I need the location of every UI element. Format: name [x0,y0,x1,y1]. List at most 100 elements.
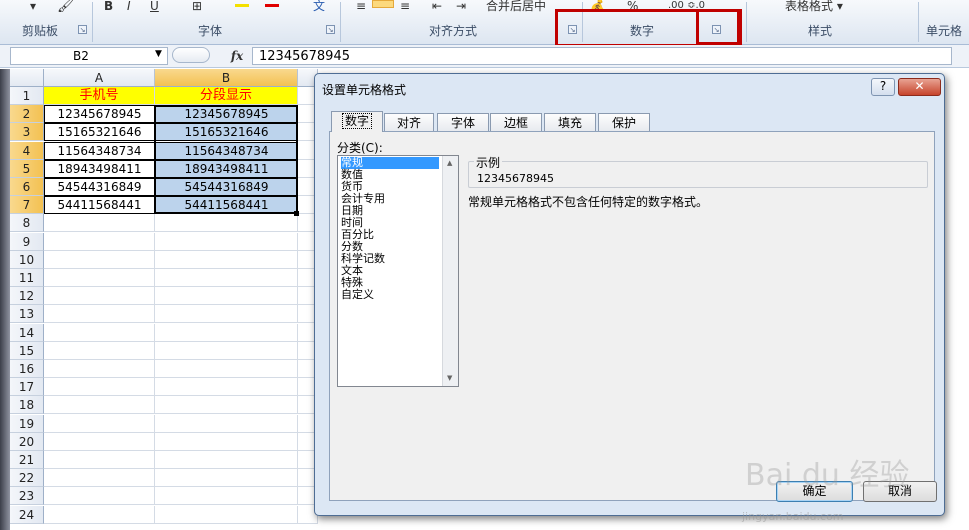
row-header[interactable]: 6 [10,178,44,196]
row-header[interactable]: 12 [10,287,44,305]
cell-b[interactable] [155,433,298,451]
name-box[interactable]: B2 ▼ [10,47,168,65]
cell-b[interactable] [155,214,298,232]
row-header[interactable]: 4 [10,142,44,160]
clipboard-launcher-icon[interactable]: ↘ [78,25,87,34]
row-header[interactable]: 22 [10,469,44,487]
formula-bar-splitter[interactable] [172,47,210,63]
cell-b[interactable] [155,396,298,414]
indent-icon[interactable]: ⇤ [432,0,442,12]
cell-b[interactable]: 11564348734 [155,142,298,160]
cell-b[interactable]: 54544316849 [155,178,298,196]
font-color-icon[interactable] [265,4,279,7]
tab-font[interactable]: 字体 [437,113,489,132]
row-header[interactable]: 14 [10,324,44,342]
cell-a[interactable] [44,433,155,451]
list-scrollbar[interactable]: ▲ ▼ [442,156,458,386]
cell-a[interactable] [44,324,155,342]
align-center-icon[interactable] [372,0,394,8]
cell-a[interactable] [44,469,155,487]
row-header[interactable]: 7 [10,196,44,214]
cell-b[interactable]: 54411568441 [155,196,298,214]
fill-handle[interactable] [294,211,299,216]
row-header[interactable]: 19 [10,415,44,433]
cell-b[interactable]: 18943498411 [155,160,298,178]
phonetic-icon[interactable]: 文 [313,0,325,12]
row-header[interactable]: 17 [10,378,44,396]
cell-b[interactable] [155,251,298,269]
cell-a[interactable] [44,305,155,323]
tab-number[interactable]: 数字 [331,111,383,132]
align-left-icon[interactable]: ≡ [356,0,366,12]
column-header-a[interactable]: A [44,69,155,87]
row-header[interactable]: 3 [10,123,44,141]
row-header[interactable]: 9 [10,233,44,251]
row-header[interactable]: 18 [10,396,44,414]
cell-a[interactable] [44,506,155,524]
cell-b[interactable] [155,415,298,433]
row-header[interactable]: 1 [10,87,44,105]
category-item[interactable]: 自定义 [341,289,374,301]
cell-a[interactable] [44,233,155,251]
cell-b1[interactable]: 分段显示 [155,87,298,105]
help-button[interactable]: ? [871,78,895,96]
cell-a[interactable]: 15165321646 [44,123,155,141]
row-header[interactable]: 15 [10,342,44,360]
cell-a[interactable]: 54411568441 [44,196,155,214]
cell-b[interactable] [155,287,298,305]
cell-b[interactable] [155,469,298,487]
row-header[interactable]: 11 [10,269,44,287]
tab-fill[interactable]: 填充 [544,113,596,132]
row-header[interactable]: 24 [10,506,44,524]
scroll-up-icon[interactable]: ▲ [447,159,452,167]
select-all-button[interactable] [10,69,44,87]
cell-a[interactable]: 11564348734 [44,142,155,160]
scroll-down-icon[interactable]: ▼ [447,374,452,382]
row-header[interactable]: 5 [10,160,44,178]
paste-dropdown-icon[interactable]: ▾ [30,0,36,12]
cell-a[interactable]: 18943498411 [44,160,155,178]
cell-a[interactable] [44,269,155,287]
cell-a[interactable] [44,360,155,378]
cell-b[interactable] [155,342,298,360]
tab-border[interactable]: 边框 [490,113,542,132]
cell-a[interactable] [44,451,155,469]
cell-a[interactable]: 54544316849 [44,178,155,196]
tab-alignment[interactable]: 对齐 [384,113,434,132]
cell-b[interactable] [155,487,298,505]
insert-function-icon[interactable]: fx [228,46,246,66]
cell-a[interactable] [44,487,155,505]
cell-b[interactable] [155,451,298,469]
format-as-table-button[interactable]: 表格格式 ▾ [785,0,855,12]
row-header[interactable]: 21 [10,451,44,469]
cell-b[interactable]: 15165321646 [155,123,298,141]
bold-icon[interactable]: B [104,0,113,12]
row-header[interactable]: 20 [10,433,44,451]
cell-a[interactable] [44,287,155,305]
fill-color-icon[interactable] [235,4,249,7]
cell-b[interactable] [155,378,298,396]
row-header[interactable]: 8 [10,214,44,232]
row-header[interactable]: 16 [10,360,44,378]
italic-icon[interactable]: I [127,0,131,12]
cell-b[interactable] [155,360,298,378]
format-painter-icon[interactable]: 🖌 [57,0,75,12]
cell-a[interactable] [44,396,155,414]
chevron-down-icon[interactable]: ▼ [155,49,162,59]
cell-b[interactable] [155,233,298,251]
formula-input[interactable]: 12345678945 [252,47,952,65]
merge-center-button[interactable]: 合并后居中 [486,0,566,12]
cell-b[interactable] [155,506,298,524]
close-button[interactable]: ✕ [898,78,941,96]
tab-protection[interactable]: 保护 [598,113,650,132]
font-launcher-icon[interactable]: ↘ [326,25,335,34]
cell-b[interactable] [155,269,298,287]
align-right-icon[interactable]: ≡ [400,0,410,12]
row-header[interactable]: 23 [10,487,44,505]
row-header[interactable]: 10 [10,251,44,269]
row-header[interactable]: 13 [10,305,44,323]
outdent-icon[interactable]: ⇥ [456,0,466,12]
cell-a[interactable]: 12345678945 [44,105,155,123]
cell-a1[interactable]: 手机号 [44,87,155,105]
row-header[interactable]: 2 [10,105,44,123]
